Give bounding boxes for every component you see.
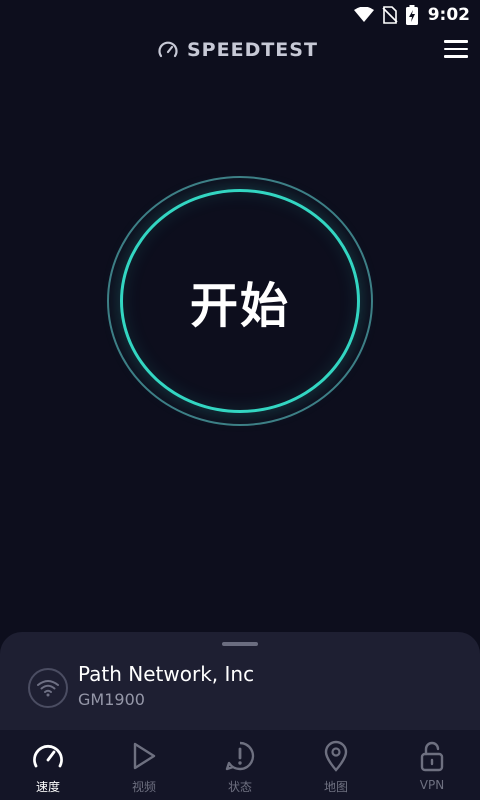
- go-button-label: 开始: [189, 278, 290, 334]
- sheet-drag-handle[interactable]: [222, 642, 258, 646]
- isp-name: Path Network, Inc: [78, 662, 255, 686]
- wifi-icon: [353, 7, 374, 22]
- nav-item-map[interactable]: 地图: [288, 730, 384, 800]
- nav-item-video[interactable]: 视频: [96, 730, 192, 800]
- nav-label-video: 视频: [131, 780, 156, 794]
- battery-charging-icon: [405, 5, 418, 25]
- brand-name: SPEEDTEST: [187, 39, 318, 61]
- hamburger-menu-icon[interactable]: [444, 36, 470, 62]
- nav-label-status: 状态: [227, 780, 252, 794]
- go-button[interactable]: 开始: [120, 189, 360, 413]
- connection-sheet[interactable]: Path Network, Inc GM1900: [0, 632, 480, 738]
- map-pin-icon: [324, 740, 348, 772]
- nav-item-vpn[interactable]: VPN: [384, 730, 480, 800]
- lock-icon: [420, 741, 444, 772]
- status-icons: 9:02: [353, 4, 470, 26]
- speedtest-screen: 9:02 SPEEDTEST 开始 Path Network, Inc GM19…: [0, 0, 480, 800]
- wifi-icon: [37, 680, 59, 697]
- status-time: 9:02: [427, 5, 470, 25]
- play-icon: [133, 742, 156, 770]
- no-sim-icon: [382, 6, 398, 24]
- nav-label-speed: 速度: [35, 780, 60, 794]
- nav-label-map: 地图: [323, 780, 348, 794]
- nav-item-status[interactable]: 状态: [192, 730, 288, 800]
- brand-logo: SPEEDTEST: [157, 37, 318, 63]
- device-name: GM1900: [78, 690, 145, 709]
- status-bar: 9:02: [0, 0, 480, 30]
- speedometer-icon: [158, 41, 178, 58]
- connection-wifi-badge: [28, 668, 68, 708]
- speedometer-icon: [33, 744, 63, 768]
- nav-item-speed[interactable]: 速度: [0, 730, 96, 800]
- alert-icon: [225, 741, 255, 771]
- nav-label-vpn: VPN: [419, 778, 445, 792]
- app-header: SPEEDTEST: [0, 34, 480, 66]
- bottom-nav: 速度 视频 状态 地图 VPN: [0, 730, 480, 800]
